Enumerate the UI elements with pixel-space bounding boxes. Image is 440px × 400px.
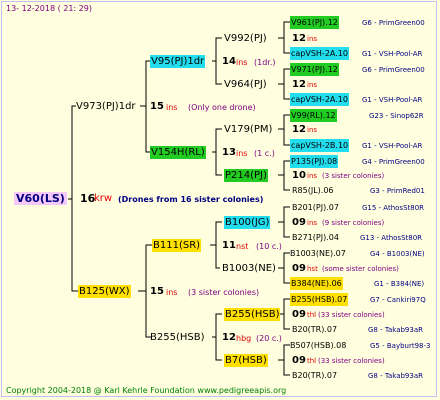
gen4-queen-code[interactable]: B1003(NE).07 (290, 247, 346, 260)
report-date: 13- 12-2018 ( 21: 29) (6, 4, 92, 13)
gen4-unit: ins (307, 81, 318, 89)
gen4-note: (3 sister colonies) (322, 172, 385, 180)
root-queen-code[interactable]: V60(LS) (14, 192, 67, 205)
gen4-breeder: G5 - Bayburt98-3 (370, 342, 431, 350)
gen1-queen-code[interactable]: V973(PJ)1dr (76, 100, 136, 113)
gen1-queen-code[interactable]: B125(WX) (78, 285, 131, 298)
gen2-unit: ins (236, 58, 248, 67)
gen4-breeder: G1 - VSH-Pool-AR (362, 96, 423, 104)
gen2-queen-code[interactable]: V154H(RL) (150, 146, 206, 159)
gen4-note: (33 sister colonies) (318, 357, 385, 365)
gen2-number: 14 (222, 56, 236, 67)
gen4-breeder: G7 - Cankiri97Q (370, 296, 426, 304)
gen4-breeder: G4 - PrimGreen00 (362, 158, 425, 166)
root-note: (Drones from 16 sister colonies) (118, 195, 264, 204)
gen1-note: (Only one drone) (188, 103, 256, 112)
gen1-unit: ins (166, 288, 178, 297)
gen2-note: (1 c.) (254, 149, 275, 158)
gen4-number: 09 (292, 355, 306, 366)
gen4-queen-code[interactable]: B271(PJ).04 (292, 231, 339, 244)
gen4-note: (some sister colonies) (322, 265, 399, 273)
gen2-queen-code[interactable]: V95(PJ)1dr (150, 55, 206, 68)
gen4-number: 12 (292, 79, 306, 90)
root-unit: krw (94, 193, 113, 204)
gen2-note: (10 c.) (256, 242, 282, 251)
gen4-breeder: G1 - VSH-Pool-AR (362, 50, 423, 58)
gen4-unit: ins (307, 126, 318, 134)
copyright-footer: Copyright 2004-2018 @ Karl Kehrle Founda… (6, 386, 287, 395)
gen3-queen-code[interactable]: B255(HSB) (224, 308, 281, 321)
gen3-queen-code[interactable]: V992(PJ) (224, 32, 267, 45)
gen3-queen-code[interactable]: B1003(NE) (222, 262, 276, 275)
gen3-queen-code[interactable]: V964(PJ) (224, 78, 267, 91)
gen4-unit: ins (307, 35, 318, 43)
gen2-unit: nst (236, 242, 249, 251)
gen3-queen-code[interactable]: B100(JG) (224, 216, 271, 229)
gen4-queen-code[interactable]: B20(TR).07 (292, 369, 337, 382)
gen4-number: 12 (292, 124, 306, 135)
gen1-note: (3 sister colonies) (188, 288, 260, 297)
gen4-breeder: G4 - B1003(NE) (370, 250, 425, 258)
gen4-breeder: G15 - AthosSt80R (362, 204, 425, 212)
gen2-queen-code[interactable]: B111(SR) (152, 239, 202, 252)
gen4-queen-code[interactable]: B507(HSB).08 (290, 339, 346, 352)
gen4-breeder: G6 - PrimGreen00 (362, 66, 425, 74)
gen4-number: 12 (292, 33, 306, 44)
gen4-queen-code[interactable]: B255(HSB).07 (290, 293, 349, 306)
gen4-number: 10 (292, 170, 306, 181)
gen3-queen-code[interactable]: B7(HSB) (224, 354, 268, 367)
gen2-unit: hbg (236, 334, 252, 343)
gen2-unit: ins (236, 149, 248, 158)
gen4-queen-code[interactable]: capVSH-2A.10 (290, 47, 349, 60)
gen3-queen-code[interactable]: P214(PJ) (224, 169, 268, 182)
gen4-queen-code[interactable]: B384(NE).06 (290, 277, 343, 290)
gen4-unit: ins (307, 172, 318, 180)
gen4-unit: hst (307, 265, 318, 273)
gen4-queen-code[interactable]: P135(PJ).08 (290, 155, 339, 168)
gen4-queen-code[interactable]: capVSH-2A.10 (290, 93, 349, 106)
gen2-number: 11 (222, 240, 236, 251)
gen4-unit: thl (307, 357, 317, 365)
gen2-note: (1dr.) (254, 58, 276, 67)
gen4-number: 09 (292, 263, 306, 274)
gen4-unit: thl (307, 311, 317, 319)
gen3-queen-code[interactable]: V179(PM) (224, 123, 272, 136)
gen4-breeder: G3 - PrimRed01 (370, 187, 425, 195)
gen4-note: (33 sister colonies) (318, 311, 385, 319)
gen4-breeder: G6 - PrimGreen00 (362, 19, 425, 27)
gen2-number: 12 (222, 332, 236, 343)
gen4-breeder: G8 - Takab93aR (368, 326, 423, 334)
gen4-note: (9 sister colonies) (322, 219, 385, 227)
gen4-breeder: G8 - Takab93aR (368, 372, 423, 380)
gen4-queen-code[interactable]: R85(JL).06 (292, 184, 334, 197)
gen4-breeder: G23 - Sinop62R (369, 112, 424, 120)
gen4-breeder: G1 - VSH-Pool-AR (362, 142, 423, 150)
gen4-breeder: G13 - AthosSt80R (360, 234, 423, 242)
gen4-queen-code[interactable]: B20(TR).07 (292, 323, 337, 336)
gen4-unit: ins (307, 219, 318, 227)
gen2-queen-code[interactable]: B255(HSB) (150, 331, 204, 344)
gen2-note: (20 c.) (256, 334, 282, 343)
gen4-breeder: G1 - B384(NE) (374, 280, 425, 288)
gen2-number: 13 (222, 147, 236, 158)
gen1-number: 15 (150, 101, 164, 112)
gen4-number: 09 (292, 217, 306, 228)
gen4-queen-code[interactable]: B201(PJ).07 (292, 201, 339, 214)
gen4-queen-code[interactable]: V961(PJ).12 (290, 16, 339, 29)
gen1-number: 15 (150, 286, 164, 297)
gen4-queen-code[interactable]: capVSH-2B.10 (290, 139, 350, 152)
gen1-unit: ins (166, 103, 178, 112)
gen4-queen-code[interactable]: V971(PJ).12 (290, 63, 339, 76)
gen4-number: 09 (292, 309, 306, 320)
gen4-queen-code[interactable]: V99(RL).12 (290, 109, 337, 122)
